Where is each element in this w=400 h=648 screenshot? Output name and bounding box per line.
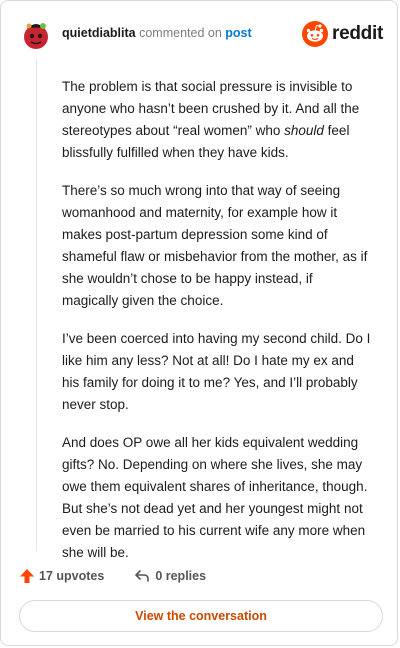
comment-paragraph: And does OP owe all her kids equivalent …: [62, 435, 368, 560]
avatar-icon[interactable]: [21, 17, 51, 51]
thread-line: [36, 59, 37, 551]
comment-paragraph: The problem is that social pressure is i…: [62, 76, 372, 164]
comment-paragraph: I’ve been coerced into having my second …: [62, 331, 371, 412]
reddit-logo-icon: [302, 21, 329, 47]
commented-on-text: commented on: [139, 26, 222, 40]
replies-count: 0 replies: [155, 569, 207, 583]
emphasis-text: should: [284, 123, 324, 138]
comment-actions: 17 upvotes 0 replies: [19, 566, 206, 586]
comment-meta: quietdiablita commented on post: [62, 26, 252, 40]
view-conversation-button[interactable]: View the conversation: [19, 600, 383, 632]
reply-arrow-icon: [135, 570, 150, 582]
comment-header: quietdiablita commented on post reddit: [15, 15, 383, 53]
reddit-brand[interactable]: reddit: [302, 19, 383, 49]
author-name[interactable]: quietdiablita: [62, 26, 136, 40]
upvote-arrow-icon: [20, 569, 34, 583]
brand-name: reddit: [332, 23, 383, 44]
replies-button[interactable]: 0 replies: [134, 568, 206, 584]
upvote-button[interactable]: 17 upvotes: [19, 568, 104, 584]
upvote-count: 17 upvotes: [39, 569, 105, 583]
comment-paragraph: There’s so much wrong into that way of s…: [62, 183, 368, 308]
post-link[interactable]: post: [225, 26, 251, 40]
comment-body: The problem is that social pressure is i…: [62, 76, 372, 580]
comment-card: quietdiablita commented on post reddit T…: [0, 0, 398, 646]
